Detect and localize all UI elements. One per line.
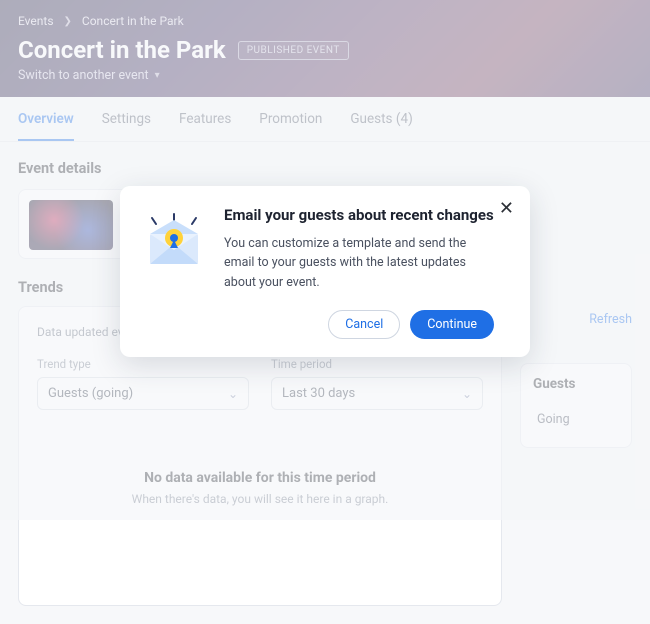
close-icon[interactable]: ✕	[499, 200, 514, 218]
modal-overlay[interactable]: ✕ Email your guests about recent changes…	[0, 0, 650, 520]
envelope-icon	[142, 206, 206, 339]
modal-body-text: You can customize a template and send th…	[224, 234, 494, 292]
modal-title: Email your guests about recent changes	[224, 206, 494, 224]
email-guests-modal: ✕ Email your guests about recent changes…	[120, 186, 530, 357]
cancel-button[interactable]: Cancel	[328, 310, 400, 339]
continue-button[interactable]: Continue	[410, 310, 494, 339]
